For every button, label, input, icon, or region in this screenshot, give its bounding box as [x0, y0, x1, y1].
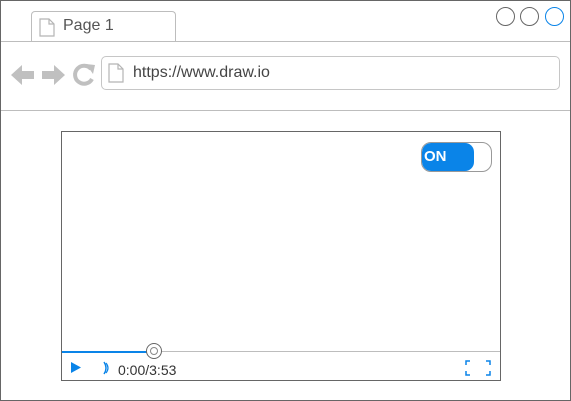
navigation-bar: https://www.draw.io — [1, 42, 570, 111]
refresh-icon[interactable] — [72, 63, 96, 87]
progress-bar-played — [62, 351, 154, 353]
time-display: 0:00/3:53 — [118, 362, 177, 378]
on-off-toggle[interactable]: ON — [421, 142, 492, 172]
video-controls: 0:00/3:53 — [62, 343, 500, 382]
browser-window: Page 1 https://www.draw.io ON 0:00/3:53 — [0, 0, 571, 401]
page-icon — [39, 18, 55, 37]
tab-label: Page 1 — [63, 17, 114, 34]
tab-page-1[interactable]: Page 1 — [31, 11, 176, 41]
forward-arrow-icon[interactable] — [41, 64, 65, 86]
back-arrow-icon[interactable] — [11, 64, 35, 86]
tab-bar: Page 1 — [1, 1, 570, 42]
progress-slider-handle[interactable] — [146, 343, 162, 359]
fullscreen-icon[interactable] — [465, 360, 491, 376]
play-icon[interactable] — [70, 362, 82, 373]
toggle-label: ON — [424, 148, 447, 165]
address-bar[interactable]: https://www.draw.io — [101, 56, 560, 90]
volume-icon[interactable] — [102, 360, 110, 376]
url-text: https://www.draw.io — [133, 64, 270, 81]
window-close-button[interactable] — [545, 7, 564, 26]
video-player: ON 0:00/3:53 — [61, 131, 501, 381]
window-maximize-button[interactable] — [520, 7, 539, 26]
window-minimize-button[interactable] — [496, 7, 515, 26]
page-icon — [108, 63, 124, 83]
